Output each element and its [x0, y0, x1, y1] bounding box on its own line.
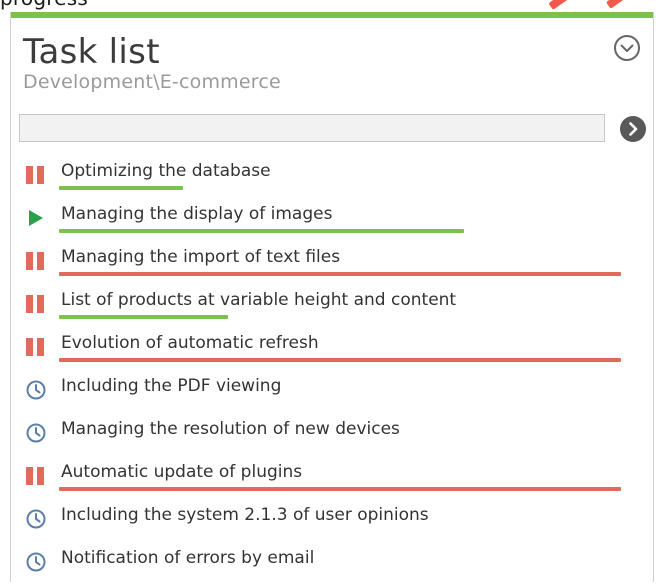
task-label: List of products at variable height and … — [61, 290, 457, 310]
task-label: Evolution of automatic refresh — [61, 333, 319, 353]
play-icon-glyph — [29, 210, 43, 226]
pause-icon[interactable] — [25, 163, 47, 187]
decorative-red-stroke — [606, 0, 632, 9]
task-label: Managing the resolution of new devices — [61, 419, 400, 439]
clock-icon-glyph — [26, 380, 46, 400]
task-progress-bar — [59, 315, 621, 319]
task-label: Optimizing the database — [61, 161, 271, 181]
task-item[interactable]: Evolution of automatic refresh — [11, 329, 653, 372]
task-progress-fill — [59, 358, 621, 362]
pause-icon[interactable] — [25, 292, 47, 316]
panel-title: Task list — [23, 32, 160, 72]
cut-off-heading-text: progress — [0, 0, 88, 10]
task-item[interactable]: Managing the display of images — [11, 200, 653, 243]
task-progress-bar — [59, 186, 621, 190]
task-search-input[interactable] — [19, 114, 605, 142]
task-label: Automatic update of plugins — [61, 462, 303, 482]
task-item[interactable]: Automatic update of plugins — [11, 458, 653, 501]
task-label: Notification of errors by email — [61, 548, 315, 568]
clock-icon[interactable] — [25, 507, 47, 531]
task-item[interactable]: List of products at variable height and … — [11, 286, 653, 329]
task-progress-bar — [59, 272, 621, 276]
search-go-button[interactable] — [620, 116, 646, 142]
clock-icon-glyph — [26, 423, 46, 443]
clock-icon[interactable] — [25, 550, 47, 574]
pause-icon-glyph — [26, 295, 44, 313]
collapse-button[interactable] — [613, 34, 641, 62]
task-label: Managing the display of images — [61, 204, 333, 224]
task-item[interactable]: Optimizing the database — [11, 157, 653, 200]
clock-icon-glyph — [26, 509, 46, 529]
task-progress-bar — [59, 358, 621, 362]
task-item[interactable]: Including the system 2.1.3 of user opini… — [11, 501, 653, 544]
task-progress-bar — [59, 229, 621, 233]
clock-icon[interactable] — [25, 378, 47, 402]
task-progress-fill — [59, 272, 621, 276]
task-progress-fill — [59, 229, 464, 233]
task-progress-fill — [59, 487, 621, 491]
task-label: Including the system 2.1.3 of user opini… — [61, 505, 429, 525]
pause-icon-glyph — [26, 166, 44, 184]
play-icon[interactable] — [25, 206, 47, 230]
pause-icon[interactable] — [25, 464, 47, 488]
pause-icon-glyph — [26, 252, 44, 270]
pause-icon[interactable] — [25, 249, 47, 273]
pause-icon[interactable] — [25, 335, 47, 359]
task-progress-bar — [59, 487, 621, 491]
task-item[interactable]: Managing the resolution of new devices — [11, 415, 653, 458]
chevron-right-icon — [629, 122, 638, 136]
clock-icon[interactable] — [25, 421, 47, 445]
task-label: Managing the import of text files — [61, 247, 341, 267]
pause-icon-glyph — [26, 467, 44, 485]
task-label: Including the PDF viewing — [61, 376, 282, 396]
panel-top-accent-bar — [11, 12, 653, 18]
task-progress-fill — [59, 315, 228, 319]
task-progress-fill — [59, 186, 183, 190]
decorative-red-stroke — [548, 0, 578, 10]
task-list-panel: Task list Development\E-commerce Optimiz… — [10, 12, 654, 582]
panel-breadcrumb: Development\E-commerce — [23, 71, 281, 93]
task-item[interactable]: Including the PDF viewing — [11, 372, 653, 415]
task-list: Optimizing the database Managing the disp… — [11, 157, 653, 587]
pause-icon-glyph — [26, 338, 44, 356]
task-item[interactable]: Notification of errors by email — [11, 544, 653, 587]
chevron-down-circle-icon — [614, 35, 640, 61]
clock-icon-glyph — [26, 552, 46, 572]
task-item[interactable]: Managing the import of text files — [11, 243, 653, 286]
